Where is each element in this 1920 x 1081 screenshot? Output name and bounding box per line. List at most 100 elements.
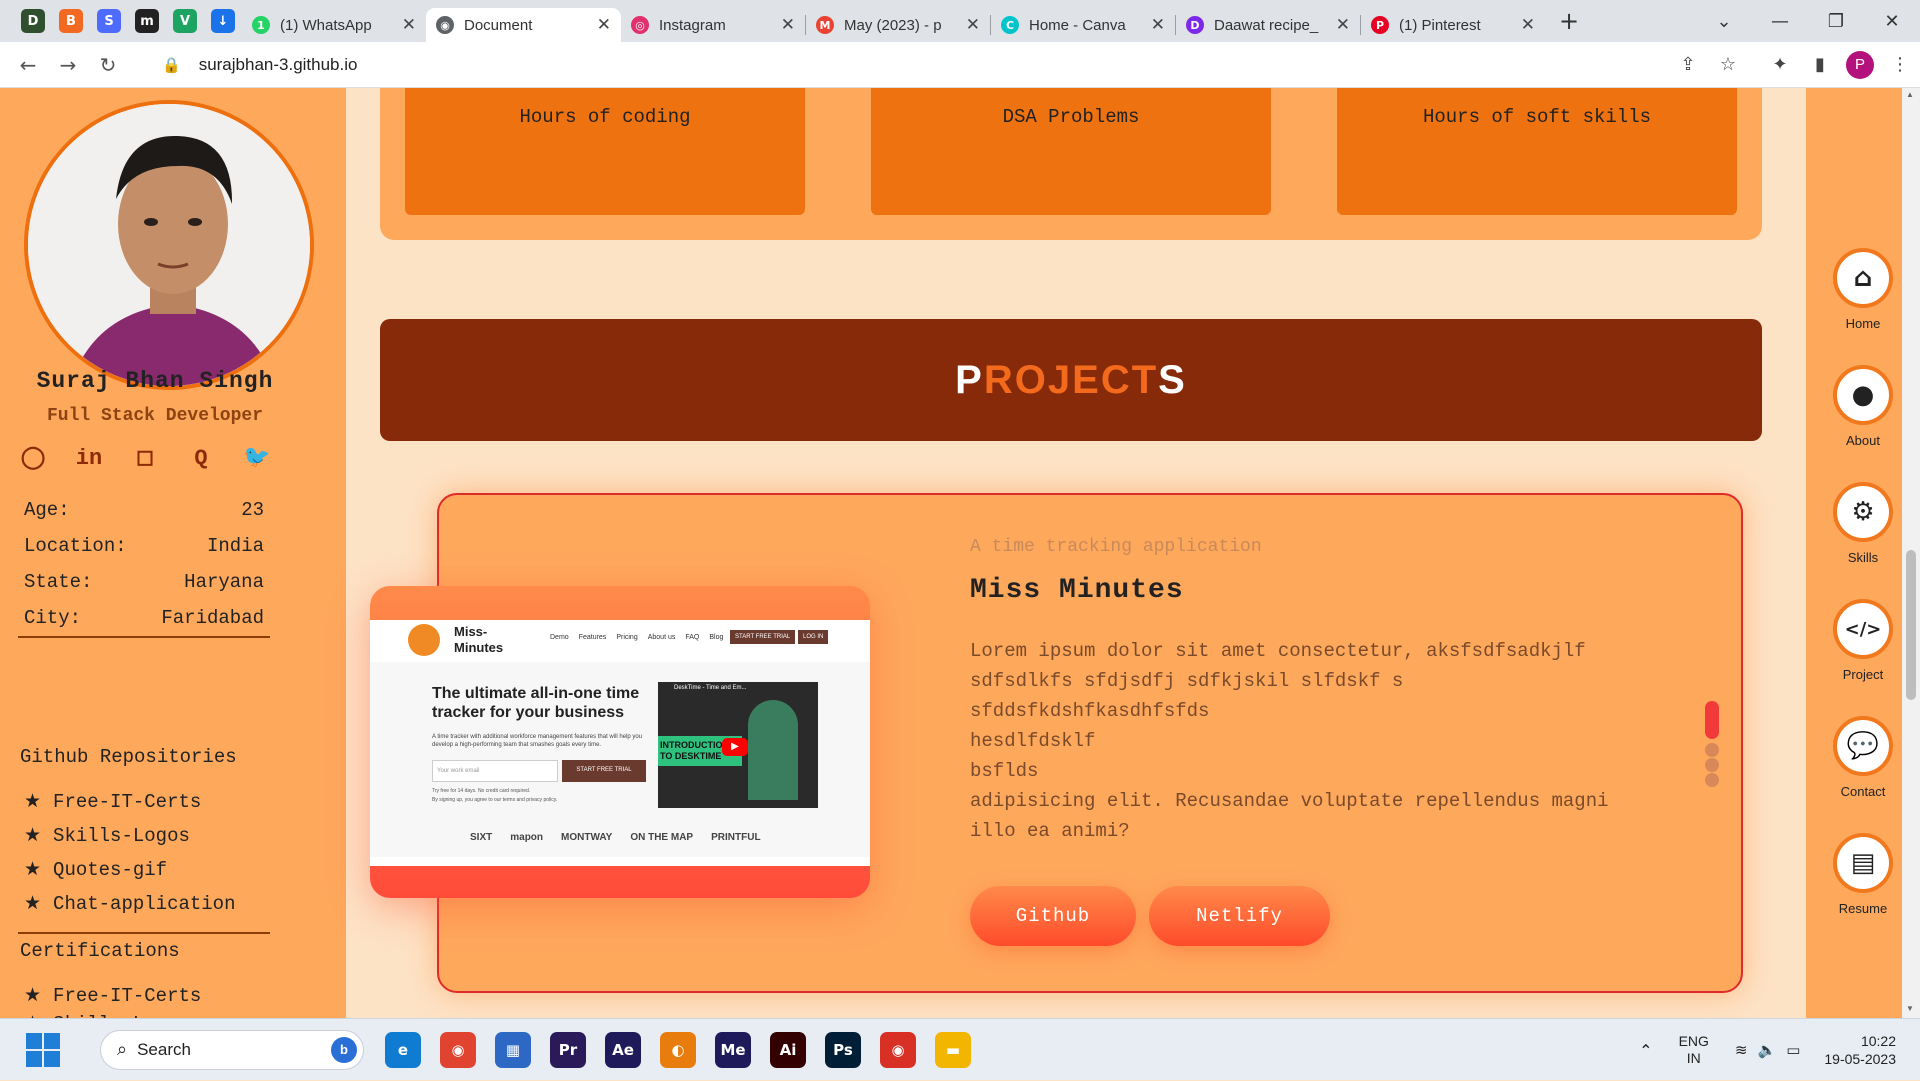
pinned-tab[interactable]: D — [14, 4, 52, 38]
youtube-play-icon: ▶ — [722, 738, 748, 756]
slider-dot[interactable] — [1705, 773, 1719, 787]
repo-link[interactable]: ★ Chat-application — [18, 892, 270, 926]
pinned-tab[interactable]: B — [52, 4, 90, 38]
tab-close-icon[interactable]: ✕ — [1521, 15, 1535, 35]
close-window-button[interactable]: ✕ — [1864, 11, 1920, 32]
repo-link[interactable]: ★ Free-IT-Certs — [18, 790, 270, 824]
screenshot-logo-line: Miss- — [454, 624, 488, 639]
lock-icon[interactable]: 🔒 — [162, 56, 181, 74]
new-tab-button[interactable]: + — [1559, 7, 1579, 35]
page-scrollbar[interactable]: ▲ ▼ — [1902, 88, 1920, 1018]
premiere-icon[interactable]: Pr — [550, 1031, 586, 1068]
github-button[interactable]: Github — [970, 886, 1136, 946]
certifications-heading: Certifications — [20, 940, 180, 962]
side-panel-icon[interactable]: ▮ — [1800, 54, 1840, 75]
url-field[interactable]: surajbhan-3.github.io — [199, 55, 1668, 75]
pinned-tabs: D B Sm V ↓ — [14, 4, 242, 38]
nav-resume[interactable]: ▤ Resume — [1826, 833, 1900, 916]
after-effects-icon[interactable]: Ae — [605, 1031, 641, 1068]
tab-close-icon[interactable]: ✕ — [597, 15, 611, 35]
battery-icon[interactable]: ▭ — [1786, 1041, 1800, 1059]
bing-icon[interactable]: b — [331, 1036, 357, 1063]
tab-close-icon[interactable]: ✕ — [402, 15, 416, 35]
slider-dot[interactable] — [1705, 743, 1719, 757]
illustrator-icon[interactable]: Ai — [770, 1031, 806, 1068]
netlify-button[interactable]: Netlify — [1149, 886, 1330, 946]
nav-about[interactable]: ● About — [1826, 365, 1900, 448]
scroll-down-arrow-icon[interactable]: ▼ — [1906, 1004, 1914, 1013]
windows-start-icon[interactable] — [26, 1032, 60, 1067]
nav-label: Skills — [1847, 550, 1879, 565]
quora-icon[interactable]: Q — [186, 443, 216, 473]
scrollbar-thumb[interactable] — [1906, 550, 1916, 700]
tab-home-canva[interactable]: C Home - Canva ✕ — [991, 8, 1175, 42]
pinned-tab[interactable]: m — [128, 4, 166, 38]
tray-chevron-icon[interactable]: ⌃ — [1639, 1041, 1652, 1060]
screenshot-note: By signing up, you agree to our terms an… — [432, 797, 558, 803]
back-button[interactable]: ← — [8, 53, 48, 77]
pinned-tab[interactable]: V — [166, 4, 204, 38]
tab-close-icon[interactable]: ✕ — [966, 15, 980, 35]
store-icon[interactable]: ▦ — [495, 1031, 531, 1068]
pinned-tab[interactable]: S — [90, 4, 128, 38]
taskbar-search[interactable]: ⌕ Search b — [100, 1029, 364, 1070]
volume-icon[interactable]: 🔈 — [1758, 1041, 1777, 1059]
chrome-profile-icon[interactable]: ◉ — [880, 1031, 916, 1068]
minimize-button[interactable]: — — [1752, 11, 1808, 32]
browser-menu-icon[interactable]: ⋮ — [1880, 54, 1920, 75]
chrome-icon[interactable]: ◉ — [440, 1031, 476, 1068]
tab-strip: 1 (1) WhatsApp ✕ ◉ Document ✕ ◎ Instagram ✕ M May … — [242, 0, 1545, 42]
tab-close-icon[interactable]: ✕ — [1336, 15, 1350, 35]
reload-button[interactable]: ↻ — [88, 53, 128, 77]
profile-avatar[interactable]: P — [1846, 50, 1874, 79]
file-explorer-icon[interactable]: ▬ — [935, 1031, 971, 1068]
nav-contact[interactable]: 💬 Contact — [1826, 716, 1900, 799]
tab-instagram[interactable]: ◎ Instagram ✕ — [621, 8, 805, 42]
extensions-icon[interactable]: ✦ — [1760, 54, 1800, 75]
tab-1-whatsapp[interactable]: 1 (1) WhatsApp ✕ — [242, 8, 426, 42]
screenshot-nav-item: Demo — [550, 634, 569, 641]
tab-daawat-recipe[interactable]: D Daawat recipe_ ✕ — [1176, 8, 1360, 42]
tab-may-2023-p[interactable]: M May (2023) - p ✕ — [806, 8, 990, 42]
social-links: ◯ in ◻ Q 🐦 — [18, 443, 272, 473]
tab-favicon-icon: D — [1186, 16, 1204, 34]
slider-dot-active[interactable] — [1705, 701, 1719, 739]
photoshop-icon[interactable]: Ps — [825, 1031, 861, 1068]
forward-button[interactable]: → — [48, 53, 88, 77]
tab-1-pinterest[interactable]: P (1) Pinterest ✕ — [1361, 8, 1545, 42]
tab-close-icon[interactable]: ✕ — [1151, 15, 1165, 35]
wifi-icon[interactable]: ≋ — [1735, 1041, 1748, 1059]
scroll-up-arrow-icon[interactable]: ▲ — [1906, 90, 1914, 99]
tab-search-chevron-icon[interactable]: ⌄ — [1696, 11, 1752, 32]
screenshot-nav-item: Features — [578, 634, 607, 641]
twitter-icon[interactable]: 🐦 — [242, 443, 272, 473]
language-indicator[interactable]: ENG IN — [1679, 1033, 1709, 1067]
nav-home[interactable]: ⌂ Home — [1826, 248, 1900, 331]
repo-link[interactable]: ★ Skills-Logos — [18, 824, 270, 858]
clock[interactable]: 10:22 19-05-2023 — [1824, 1032, 1896, 1068]
project-screenshot: Miss- Minutes Demo Features Pricing About u… — [370, 586, 870, 898]
pinned-tab[interactable]: ↓ — [204, 4, 242, 38]
tab-document[interactable]: ◉ Document ✕ — [426, 8, 621, 42]
github-icon[interactable]: ◯ — [18, 443, 48, 473]
nav-project[interactable]: </> Project — [1826, 599, 1900, 682]
repo-link[interactable]: ★ Quotes-gif — [18, 858, 270, 892]
bookmark-star-icon[interactable]: ☆ — [1708, 54, 1748, 75]
slider-dot[interactable] — [1705, 758, 1719, 772]
media-encoder-icon[interactable]: Me — [715, 1031, 751, 1068]
page-viewport: Suraj Bhan Singh Full Stack Developer ◯ i… — [0, 88, 1920, 1018]
linkedin-icon[interactable]: in — [74, 443, 104, 473]
screenshot-body: A time tracker with additional workforce… — [432, 734, 643, 748]
heading-letter: S — [1158, 357, 1187, 402]
edge-icon[interactable]: e — [385, 1031, 421, 1068]
share-icon[interactable]: ⇪ — [1668, 54, 1708, 75]
star-icon: ★ — [24, 893, 42, 915]
tab-close-icon[interactable]: ✕ — [781, 15, 795, 35]
blender-icon[interactable]: ◐ — [660, 1031, 696, 1068]
tab-favicon-icon: ◉ — [436, 16, 454, 34]
certification-link[interactable]: ★ Free-IT-Certs — [18, 984, 270, 1012]
instagram-icon[interactable]: ◻ — [130, 443, 160, 473]
nav-skills[interactable]: ⚙ Skills — [1826, 482, 1900, 565]
nav-label: Project — [1842, 667, 1884, 682]
maximize-button[interactable]: ❐ — [1808, 11, 1864, 32]
